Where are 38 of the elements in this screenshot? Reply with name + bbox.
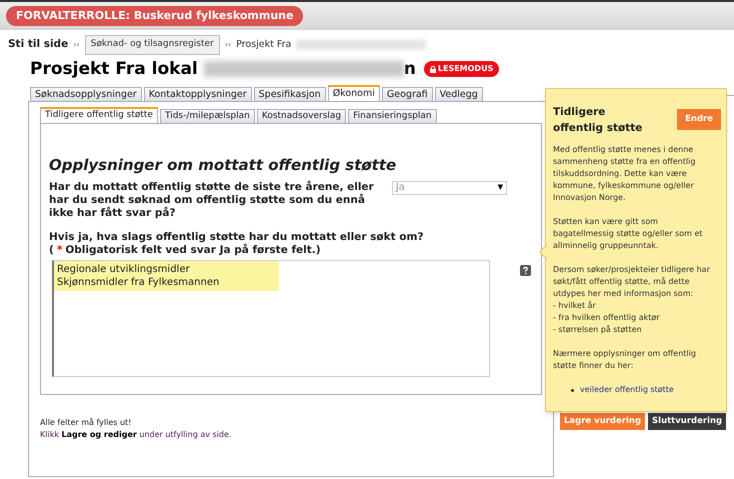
bullet-icon	[571, 388, 574, 392]
breadcrumb-button[interactable]: Søknad- og tilsagnsregister	[84, 35, 220, 54]
guide-link[interactable]: veileder offentlig støtte	[580, 384, 674, 396]
help-paragraph: Nærmere opplysninger om offentlig støtte finner du her:	[553, 348, 697, 372]
answer-text: Regionale utviklingsmidler Skjønnsmidler fra Fylkesmannen	[54, 260, 279, 290]
popup-pointer-icon	[539, 244, 547, 260]
tab[interactable]: Spesifikasjon	[254, 87, 326, 101]
breadcrumb-separator: ››	[224, 38, 232, 51]
read-mode-badge: LESEMODUS	[424, 61, 500, 78]
page-title: Prosjekt Fra lokal	[30, 58, 198, 80]
question-label: Hvis ja, hva slags offentlig støtte har du mottatt eller søkt om?	[49, 230, 425, 244]
section-heading: Opplysninger om mottatt offentlig støtte	[49, 155, 398, 176]
breadcrumb-label: Sti til side	[8, 36, 68, 52]
help-icon[interactable]	[520, 264, 531, 276]
help-paragraph: Støtten kan være gitt som bagatellmessig støtte og/eller som et allminnelig gruppeunntak.	[553, 216, 704, 252]
page-title-end: n	[404, 58, 416, 80]
tab[interactable]: Tidligere offentlig støtte	[40, 107, 158, 123]
required-note: ( * Obligatorisk felt ved svar Ja på første felt.)	[49, 244, 322, 256]
help-paragraph: Dersom søker/prosjekteier tidligere har søkt/fått offentlig støtte, må dette utdypes her med informasjon som: - hvilket år - fra hvilken offentlig aktør - størrelsen på støtten	[553, 264, 711, 336]
tab[interactable]: Tids-/milepælsplan	[160, 109, 255, 123]
tab[interactable]: Vedlegg	[434, 87, 483, 101]
question-label: Har du mottatt offentlig støtte de siste tre årene, eller har du sendt søknad om offentlig støtte som du ennå ikke har fått svar på?	[49, 180, 375, 220]
lock-icon	[430, 66, 436, 73]
breadcrumb-link[interactable]: Prosjekt Fra	[236, 38, 292, 52]
help-paragraph: Med offentlig støtte menes i denne sammenheng støtte fra en offentlig tilskuddsordning. Dette kan være kommune, fylkeskommune og/eller Innovasjon Norge.	[553, 144, 696, 204]
tab[interactable]: Kontaktopplysninger	[144, 87, 252, 101]
answer-textarea[interactable]: Regionale utviklingsmidler Skjønnsmidler fra Fylkesmannen	[52, 260, 490, 376]
breadcrumb-separator: ››	[73, 38, 80, 51]
tab[interactable]: Søknadsopplysninger	[30, 87, 142, 101]
role-badge: FORVALTERROLLE: Buskerud fylkeskommune	[6, 6, 304, 26]
tab[interactable]: Geografi	[382, 87, 433, 101]
popup-title: Tidligere offentlig støtte	[553, 105, 644, 136]
tab[interactable]: Økonomi	[328, 85, 380, 101]
tab[interactable]: Kostnadsoverslag	[256, 109, 346, 123]
save-instruction: Klikk Lagre og rediger under utfylling av side.	[40, 429, 232, 441]
action-button[interactable]: Sluttvurdering	[648, 413, 726, 430]
required-notice: Alle felter må fylles ut!	[40, 417, 132, 429]
tab[interactable]: Finansieringsplan	[348, 109, 437, 123]
